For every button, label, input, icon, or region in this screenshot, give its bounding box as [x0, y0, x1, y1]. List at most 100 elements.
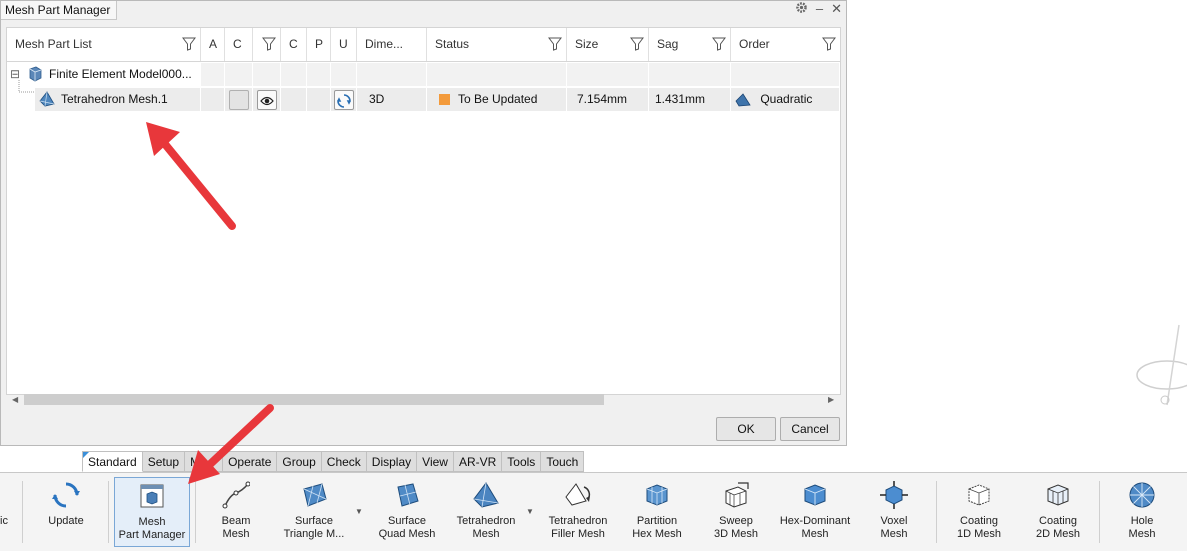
tetrahedron-filler-mesh-icon [565, 483, 591, 506]
tool-label: Update [48, 515, 84, 527]
filter-icon[interactable] [182, 37, 196, 51]
tab-mesh[interactable]: M [185, 451, 224, 472]
surface-triangle-mesh-tool[interactable]: Surface Triangle M... [276, 477, 352, 547]
column-c2[interactable]: C [281, 28, 307, 61]
tree-label-root: Finite Element Model000... [49, 67, 192, 81]
cell-empty [649, 63, 731, 86]
horizontal-scrollbar[interactable]: ◀ ▶ [6, 393, 839, 407]
column-visibility[interactable] [253, 28, 281, 61]
tree-row-root[interactable]: ⊟ Finite Element Model000... [7, 63, 840, 86]
tetrahedron-mesh-tool[interactable]: Tetrahedron Mesh [448, 477, 524, 547]
column-a[interactable]: A [201, 28, 225, 61]
grid-header: Mesh Part List A C C P U Dime... Status … [7, 28, 840, 62]
update-icon[interactable] [334, 89, 354, 110]
quadratic-element-icon [735, 93, 751, 107]
column-dimension[interactable]: Dime... [357, 28, 427, 61]
voxel-mesh-icon [880, 481, 908, 509]
column-label: C [233, 37, 242, 51]
minimize-button[interactable]: – [816, 2, 823, 16]
column-u[interactable]: U [331, 28, 357, 61]
cell-empty [331, 63, 357, 86]
tab-operate[interactable]: Operate [223, 451, 278, 472]
chevron-down-icon[interactable]: ▼ [355, 507, 363, 516]
tetrahedron-mesh-icon [473, 482, 499, 508]
mesh-part-manager-icon [140, 484, 164, 508]
column-label: Dime... [365, 37, 404, 51]
tool-label: Tetrahedron Filler Mesh [548, 515, 608, 540]
close-button[interactable]: ✕ [831, 2, 842, 16]
column-mesh-part-list[interactable]: Mesh Part List [7, 28, 201, 61]
tab-check[interactable]: Check [321, 451, 367, 472]
tetrahedron-filler-mesh-tool[interactable]: Tetrahedron Filler Mesh [540, 477, 616, 547]
hole-mesh-icon [1129, 482, 1155, 508]
scroll-thumb[interactable] [24, 394, 604, 405]
filter-icon[interactable] [822, 37, 836, 51]
toolbar-separator [108, 481, 109, 543]
surface-quad-mesh-tool[interactable]: Surface Quad Mesh [369, 477, 445, 547]
tab-group[interactable]: Group [277, 451, 322, 472]
filter-icon[interactable] [712, 37, 726, 51]
column-label: Order [739, 37, 770, 51]
cell-empty [731, 63, 840, 86]
workbench-tabs: Standard Setup M Operate Group Check Dis… [82, 451, 585, 472]
column-size[interactable]: Size [567, 28, 649, 61]
filter-icon[interactable] [630, 37, 644, 51]
cell-empty [253, 63, 281, 86]
hex-dominant-mesh-icon [804, 484, 826, 506]
surface-triangle-mesh-icon [303, 483, 327, 507]
cell-a [201, 88, 225, 111]
partition-hex-mesh-tool[interactable]: Partition Hex Mesh [619, 477, 695, 547]
column-p[interactable]: P [307, 28, 331, 61]
checkbox[interactable] [229, 89, 249, 110]
tab-touch[interactable]: Touch [541, 451, 585, 472]
dialog-title: Mesh Part Manager [1, 1, 118, 20]
hex-dominant-mesh-tool[interactable]: Hex-Dominant Mesh [777, 477, 853, 547]
tool-label: Tetrahedron Mesh [456, 515, 516, 540]
tool-label: Coating 1D Mesh [956, 515, 1002, 540]
update-icon [52, 482, 80, 508]
tab-setup[interactable]: Setup [142, 451, 186, 472]
hole-mesh-tool[interactable]: Hole Mesh [1104, 477, 1180, 547]
tab-display[interactable]: Display [366, 451, 418, 472]
tool-label: Hole Mesh [1128, 515, 1156, 540]
column-order[interactable]: Order [731, 28, 840, 61]
voxel-mesh-tool[interactable]: Voxel Mesh [856, 477, 932, 547]
chevron-down-icon[interactable]: ▼ [526, 507, 534, 516]
cancel-button[interactable]: Cancel [780, 417, 840, 441]
column-status[interactable]: Status [427, 28, 567, 61]
coating-2d-mesh-tool[interactable]: Coating 2D Mesh [1020, 477, 1096, 547]
cell-sag: 1.431mm [649, 88, 731, 111]
cell-empty [357, 63, 427, 86]
sweep-3d-mesh-tool[interactable]: Sweep 3D Mesh [698, 477, 774, 547]
tool-label: Mesh Part Manager [118, 516, 186, 541]
tab-view[interactable]: View [417, 451, 454, 472]
mesh-part-manager-tool[interactable]: Mesh Part Manager [114, 477, 190, 547]
filter-icon[interactable] [262, 37, 276, 51]
gear-icon[interactable] [795, 1, 808, 17]
ok-button[interactable]: OK [716, 417, 776, 441]
beam-mesh-icon [222, 481, 250, 509]
tree-label-child: Tetrahedron Mesh.1 [61, 92, 168, 106]
cell-empty [225, 63, 253, 86]
update-tool[interactable]: Update [28, 477, 104, 547]
mesh-part-grid: Mesh Part List A C C P U Dime... Status … [6, 27, 841, 395]
beam-mesh-tool[interactable]: Beam Mesh [198, 477, 274, 547]
scroll-right-arrow[interactable]: ▶ [828, 393, 834, 407]
cell-update [331, 88, 357, 111]
tool-label: Hex-Dominant Mesh [779, 515, 851, 540]
cell-dimension: 3D [357, 88, 427, 111]
filter-icon[interactable] [548, 37, 562, 51]
tab-standard[interactable]: Standard [82, 451, 143, 472]
action-toolbar: ic Update Mesh Part Manager Beam Mesh Surf… [0, 472, 1187, 551]
tree-row-tetrahedron-mesh[interactable]: Tetrahedron Mesh.1 3D To Be Updated 7.15… [7, 88, 840, 111]
coating-1d-mesh-tool[interactable]: Coating 1D Mesh [941, 477, 1017, 547]
column-label: Sag [657, 37, 679, 51]
column-sag[interactable]: Sag [649, 28, 731, 61]
column-c[interactable]: C [225, 28, 253, 61]
coating-1d-mesh-icon [968, 484, 990, 506]
eye-icon[interactable] [257, 89, 277, 110]
cell-empty [281, 63, 307, 86]
tab-tools[interactable]: Tools [502, 451, 542, 472]
scroll-left-arrow[interactable]: ◀ [12, 393, 18, 407]
tab-ar-vr[interactable]: AR-VR [453, 451, 503, 472]
